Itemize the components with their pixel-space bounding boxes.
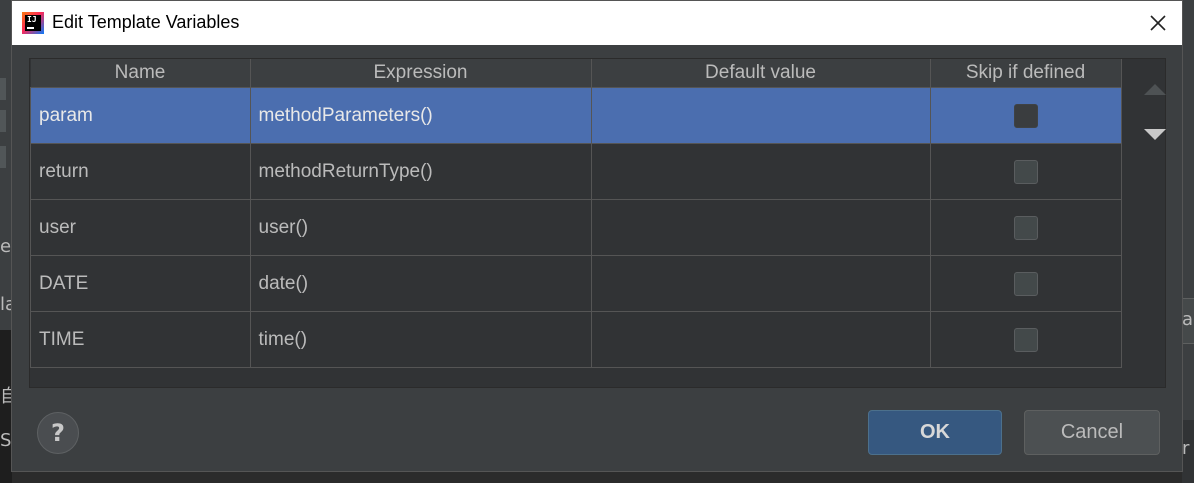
edit-template-variables-dialog: IJ Edit Template Variables Name Expressi… <box>11 0 1183 472</box>
title-bar: IJ Edit Template Variables <box>12 1 1182 45</box>
background-field: ab <box>1182 298 1194 344</box>
skip-if-defined-checkbox[interactable] <box>1013 327 1038 352</box>
triangle-up-icon <box>1144 84 1166 95</box>
intellij-idea-icon: IJ <box>22 12 44 34</box>
variable-default-value-cell[interactable] <box>590 199 931 256</box>
column-header-skip-if-defined[interactable]: Skip if defined <box>930 59 1122 88</box>
skip-if-defined-checkbox[interactable] <box>1013 159 1038 184</box>
close-icon <box>1150 15 1166 31</box>
variable-default-value-cell[interactable] <box>590 311 931 368</box>
background-gutter-mark <box>0 78 6 100</box>
variable-default-value-cell[interactable] <box>590 87 931 144</box>
move-up-button[interactable] <box>1143 81 1167 100</box>
variable-name-cell[interactable]: return <box>30 143 251 200</box>
column-header-expression[interactable]: Expression <box>250 59 592 88</box>
column-header-name[interactable]: Name <box>30 59 251 88</box>
skip-if-defined-checkbox[interactable] <box>1013 215 1038 240</box>
variable-name-cell[interactable]: param <box>30 87 251 144</box>
variable-name-cell[interactable]: DATE <box>30 255 251 312</box>
variables-table-container: Name Expression Default value Skip if de… <box>29 58 1166 388</box>
table-row[interactable]: TIME time() <box>30 311 1122 368</box>
skip-if-defined-checkbox[interactable] <box>1013 103 1038 128</box>
variable-expression-cell[interactable]: methodParameters() <box>249 87 592 144</box>
triangle-down-icon <box>1144 129 1166 140</box>
background-text: ab <box>1182 309 1194 330</box>
background-gutter-mark <box>0 110 6 132</box>
cancel-button[interactable]: Cancel <box>1024 410 1160 455</box>
ok-button[interactable]: OK <box>868 410 1002 455</box>
variable-name-cell[interactable]: user <box>30 199 251 256</box>
variable-expression-cell[interactable]: user() <box>249 199 592 256</box>
background-gutter-mark <box>0 146 6 168</box>
table-row[interactable]: param methodParameters() <box>30 87 1122 144</box>
variable-name-cell[interactable]: TIME <box>30 311 251 368</box>
skip-if-defined-cell <box>929 87 1122 144</box>
variable-expression-cell[interactable]: time() <box>249 311 592 368</box>
background-text: r <box>1182 438 1190 459</box>
dialog-title: Edit Template Variables <box>52 12 240 32</box>
background-panel: r <box>1182 420 1194 483</box>
background-app-right: ab r <box>1182 0 1194 483</box>
variable-default-value-cell[interactable] <box>590 143 931 200</box>
skip-if-defined-cell <box>929 143 1122 200</box>
help-button[interactable]: ? <box>37 412 79 454</box>
table-row[interactable]: user user() <box>30 199 1122 256</box>
variable-expression-cell[interactable]: methodReturnType() <box>249 143 592 200</box>
variables-table: Name Expression Default value Skip if de… <box>30 59 1122 368</box>
variable-default-value-cell[interactable] <box>590 255 931 312</box>
table-row[interactable]: return methodReturnType() <box>30 143 1122 200</box>
table-header-row: Name Expression Default value Skip if de… <box>30 59 1122 88</box>
skip-if-defined-cell <box>929 255 1122 312</box>
skip-if-defined-cell <box>929 311 1122 368</box>
close-button[interactable] <box>1144 9 1172 37</box>
move-down-button[interactable] <box>1143 127 1167 146</box>
variable-expression-cell[interactable]: date() <box>249 255 592 312</box>
skip-if-defined-checkbox[interactable] <box>1013 271 1038 296</box>
column-header-default-value[interactable]: Default value <box>591 59 931 88</box>
table-row[interactable]: DATE date() <box>30 255 1122 312</box>
skip-if-defined-cell <box>929 199 1122 256</box>
